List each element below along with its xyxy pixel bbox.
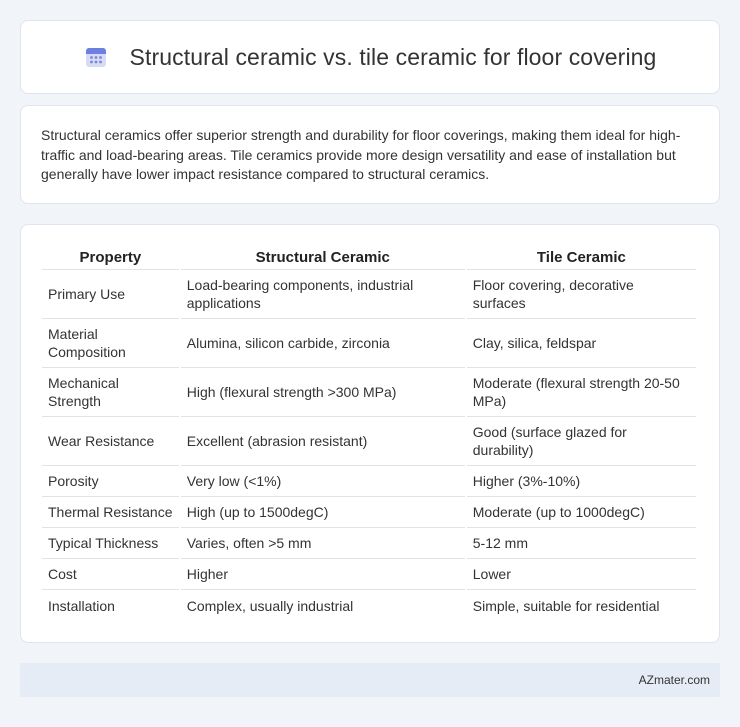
comparison-table: Property Structural Ceramic Tile Ceramic… xyxy=(40,242,698,621)
table-row: Cost Higher Lower xyxy=(42,559,696,590)
cell-structural: Varies, often >5 mm xyxy=(180,528,465,559)
cell-structural: High (up to 1500degC) xyxy=(180,497,465,528)
summary-card: Structural ceramics offer superior stren… xyxy=(20,105,720,204)
footer-source-link[interactable]: AZmater.com xyxy=(639,673,710,687)
header-tile-ceramic: Tile Ceramic xyxy=(466,242,696,270)
table-row: Typical Thickness Varies, often >5 mm 5-… xyxy=(42,528,696,559)
cell-structural: Higher xyxy=(180,559,465,590)
cell-structural: High (flexural strength >300 MPa) xyxy=(180,368,465,417)
cell-tile: Higher (3%-10%) xyxy=(466,466,696,497)
cell-property: Wear Resistance xyxy=(42,417,179,466)
cell-property: Cost xyxy=(42,559,179,590)
cell-structural: Alumina, silicon carbide, zirconia xyxy=(180,319,465,368)
cell-property: Porosity xyxy=(42,466,179,497)
cell-structural: Very low (<1%) xyxy=(180,466,465,497)
cell-tile: Simple, suitable for residential xyxy=(472,597,660,614)
calendar-icon xyxy=(84,45,108,69)
cell-structural: Excellent (abrasion resistant) xyxy=(180,417,465,466)
cell-tile: Lower xyxy=(466,559,696,590)
cell-property: Material Composition xyxy=(42,319,179,368)
cell-property: Thermal Resistance xyxy=(42,497,179,528)
table-header-row: Property Structural Ceramic Tile Ceramic xyxy=(42,242,696,270)
cell-property: Mechanical Strength xyxy=(42,368,179,417)
table-row: Primary Use Load-bearing components, ind… xyxy=(42,270,696,319)
cell-tile: Clay, silica, feldspar xyxy=(466,319,696,368)
cell-tile: Moderate (flexural strength 20-50 MPa) xyxy=(466,368,696,417)
cell-tile: Floor covering, decorative surfaces xyxy=(466,270,696,319)
table-row: Mechanical Strength High (flexural stren… xyxy=(42,368,696,417)
table-row: Wear Resistance Excellent (abrasion resi… xyxy=(42,417,696,466)
cell-property: Typical Thickness xyxy=(42,528,179,559)
cell-structural: Load-bearing components, industrial appl… xyxy=(180,270,465,319)
title-card: Structural ceramic vs. tile ceramic for … xyxy=(20,20,720,94)
page-title: Structural ceramic vs. tile ceramic for … xyxy=(129,43,657,70)
cell-structural: Complex, usually industrial xyxy=(186,597,354,614)
cell-tile: 5-12 mm xyxy=(466,528,696,559)
table-row: Installation Complex, usually industrial… xyxy=(42,590,696,621)
header-property: Property xyxy=(42,242,179,270)
title-wrap: Structural ceramic vs. tile ceramic for … xyxy=(84,44,657,71)
table-card: Property Structural Ceramic Tile Ceramic… xyxy=(20,224,720,643)
table-row: Material Composition Alumina, silicon ca… xyxy=(42,319,696,368)
cell-property: Installation xyxy=(48,597,115,614)
table-row: Porosity Very low (<1%) Higher (3%-10%) xyxy=(42,466,696,497)
cell-property: Primary Use xyxy=(42,270,179,319)
footer: AZmater.com xyxy=(20,663,720,697)
cell-tile: Good (surface glazed for durability) xyxy=(466,417,696,466)
header-structural-ceramic: Structural Ceramic xyxy=(180,242,465,270)
summary-text: Structural ceramics offer superior stren… xyxy=(41,127,681,182)
table-row: Thermal Resistance High (up to 1500degC)… xyxy=(42,497,696,528)
cell-tile: Moderate (up to 1000degC) xyxy=(466,497,696,528)
